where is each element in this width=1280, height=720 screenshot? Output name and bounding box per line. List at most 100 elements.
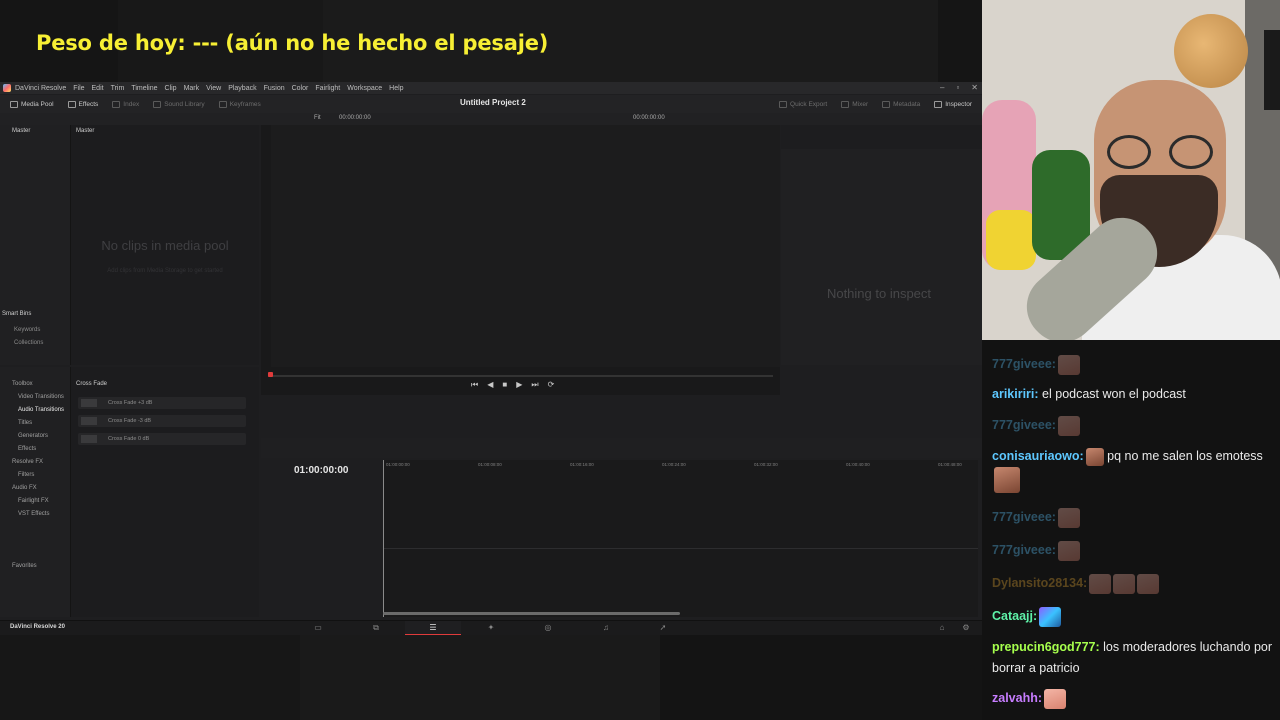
chat-username[interactable]: prepucin6god777: <box>992 640 1100 654</box>
duration-timecode: 00:00:00:00 <box>339 115 371 121</box>
viewer-screen[interactable] <box>271 125 780 367</box>
chat-username[interactable]: 777giveee: <box>992 510 1056 524</box>
chat-message: 777giveee: <box>992 540 1277 561</box>
page-media-icon[interactable]: ▭ <box>290 621 346 635</box>
page-edit-icon[interactable]: ☰ <box>405 621 461 635</box>
fx-video-transitions[interactable]: Video Transitions <box>18 394 64 400</box>
inspector-button[interactable]: Inspector <box>930 97 976 111</box>
media-pool-empty-message: No clips in media pool <box>101 238 229 253</box>
chat-username[interactable]: 777giveee: <box>992 418 1056 432</box>
minimize-icon[interactable]: – <box>940 83 944 92</box>
hand-emote-icon <box>1057 540 1080 561</box>
inspector-tabs <box>781 125 982 149</box>
chat-username[interactable]: Cataajj: <box>992 609 1037 623</box>
fx-audio-fx[interactable]: Audio FX <box>12 485 37 491</box>
pixel-emote-icon <box>1039 606 1062 627</box>
page-color-icon[interactable]: ◎ <box>520 621 576 635</box>
quick-export-button[interactable]: Quick Export <box>775 97 831 111</box>
menu-app[interactable]: DaVinci Resolve <box>15 85 66 92</box>
stop-icon[interactable]: ■ <box>502 380 507 390</box>
bin-master[interactable]: Master <box>12 128 30 134</box>
go-to-end-icon[interactable]: ⏭ <box>531 380 538 390</box>
menu-fairlight[interactable]: Fairlight <box>315 85 340 92</box>
chat-username[interactable]: conisauriaowo: <box>992 449 1084 463</box>
timeline-ruler[interactable]: 01:00:00:00 01:00:08:00 01:00:16:00 01:0… <box>383 460 978 470</box>
fx-vst-effects[interactable]: VST Effects <box>18 511 49 517</box>
bin-list: Master Smart Bins Keywords Collections <box>0 125 71 365</box>
scrubber-playhead[interactable] <box>268 372 273 377</box>
ruler-label: 01:00:08:00 <box>478 462 502 467</box>
effect-item[interactable]: Cross Fade 0 dB <box>78 433 246 445</box>
menu-timeline[interactable]: Timeline <box>131 85 157 92</box>
index-label: Index <box>123 100 140 108</box>
page-fairlight-icon[interactable]: ♫ <box>578 621 634 635</box>
menu-workspace[interactable]: Workspace <box>347 85 382 92</box>
fx-filters[interactable]: Filters <box>18 472 34 478</box>
play-icon[interactable]: ▶ <box>516 380 522 390</box>
fx-generators[interactable]: Generators <box>18 433 48 439</box>
mixer-button[interactable]: Mixer <box>837 97 872 111</box>
menu-playback[interactable]: Playback <box>228 85 256 92</box>
fx-resolve-fx[interactable]: Resolve FX <box>12 459 43 465</box>
menu-trim[interactable]: Trim <box>111 85 125 92</box>
menu-fusion[interactable]: Fusion <box>264 85 285 92</box>
fx-favorites[interactable]: Favorites <box>12 563 37 569</box>
webcam-hat <box>1174 14 1248 88</box>
metadata-button[interactable]: Metadata <box>878 97 924 111</box>
page-cut-icon[interactable]: ⧉ <box>348 621 404 635</box>
background-panel <box>0 635 300 720</box>
chat-username[interactable]: 777giveee: <box>992 543 1056 557</box>
fx-audio-transitions[interactable]: Audio Transitions <box>18 407 64 413</box>
smart-bin-collections[interactable]: Collections <box>14 340 43 346</box>
chat-username[interactable]: Dylansito28134: <box>992 576 1087 590</box>
index-icon <box>112 100 121 108</box>
timeline-area[interactable]: 01:00:00:00 01:00:08:00 01:00:16:00 01:0… <box>383 460 978 617</box>
media-pool-panel: Master No clips in media pool Add clips … <box>71 125 259 365</box>
timeline-track-headers <box>261 458 383 617</box>
timeline-timecode: 01:00:00:00 <box>294 465 349 476</box>
loop-icon[interactable]: ⟳ <box>548 380 555 390</box>
smart-bin-keywords[interactable]: Keywords <box>14 327 40 333</box>
menu-mark[interactable]: Mark <box>184 85 200 92</box>
menu-file[interactable]: File <box>73 85 84 92</box>
menu-edit[interactable]: Edit <box>92 85 104 92</box>
chat-username[interactable]: 777giveee: <box>992 357 1056 371</box>
mixer-icon <box>841 100 850 108</box>
effects-tree: Toolbox Video Transitions Audio Transiti… <box>0 367 71 617</box>
timeline-playhead[interactable] <box>383 460 384 617</box>
fx-toolbox[interactable]: Toolbox <box>12 381 33 387</box>
page-deliver-icon[interactable]: ➚ <box>635 621 691 635</box>
reverse-icon[interactable]: ◀ <box>487 380 493 390</box>
effect-thumbnail <box>81 435 97 443</box>
fx-fairlight-fx[interactable]: Fairlight FX <box>18 498 49 504</box>
fx-effects[interactable]: Effects <box>18 446 36 452</box>
menu-color[interactable]: Color <box>292 85 309 92</box>
viewer-scrubber[interactable] <box>268 372 773 377</box>
close-icon[interactable]: ✕ <box>971 83 978 92</box>
chat-username[interactable]: zalvahh: <box>992 691 1042 705</box>
page-fusion-icon[interactable]: ✦ <box>463 621 519 635</box>
menu-clip[interactable]: Clip <box>165 85 177 92</box>
fx-titles[interactable]: Titles <box>18 420 32 426</box>
effect-item[interactable]: Cross Fade +3 dB <box>78 397 246 409</box>
sound-library-label: Sound Library <box>164 100 205 108</box>
page-bar: DaVinci Resolve 20 ▭ ⧉ ☰ ✦ ◎ ♫ ➚ ⌂ ⚙ <box>0 620 982 635</box>
index-button[interactable]: Index <box>108 97 143 111</box>
main-toolbar: Media Pool Effects Index Sound Library K… <box>0 95 982 113</box>
effect-item[interactable]: Cross Fade -3 dB <box>78 415 246 427</box>
zoom-fit-select[interactable]: Fit <box>314 115 321 121</box>
settings-icon[interactable]: ⚙ <box>938 621 982 635</box>
effect-label: Cross Fade 0 dB <box>108 436 150 442</box>
effects-button[interactable]: Effects <box>64 97 103 111</box>
chat-username[interactable]: arikiriri: <box>992 387 1039 401</box>
maximize-icon[interactable]: ▫ <box>956 83 959 92</box>
sound-library-button[interactable]: Sound Library <box>149 97 208 111</box>
media-pool-button[interactable]: Media Pool <box>6 97 58 111</box>
timeline-scrollbar[interactable] <box>383 612 680 615</box>
menu-view[interactable]: View <box>206 85 221 92</box>
effect-thumbnail <box>81 399 97 407</box>
menu-help[interactable]: Help <box>389 85 403 92</box>
chat-text: el podcast won el podcast <box>1042 387 1186 401</box>
go-to-start-icon[interactable]: ⏮ <box>471 380 478 390</box>
keyframes-button[interactable]: Keyframes <box>215 97 265 111</box>
